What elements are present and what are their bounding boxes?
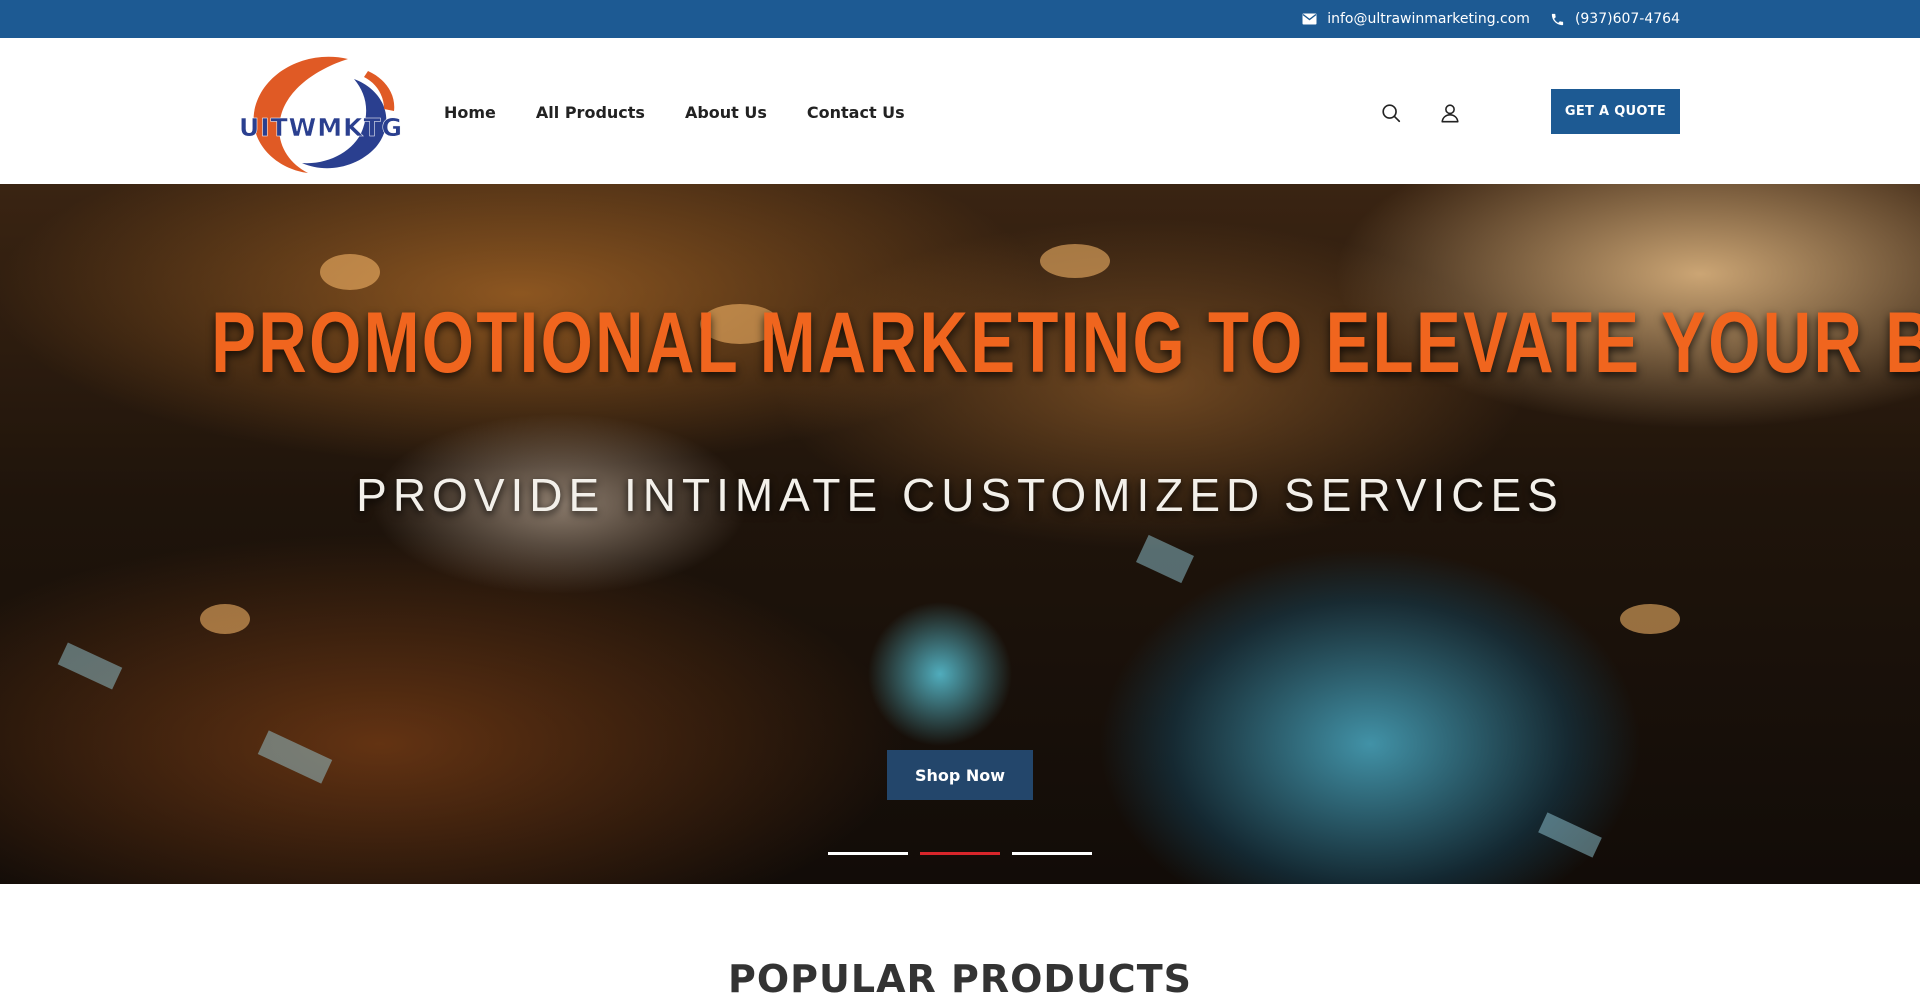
nav-home[interactable]: Home xyxy=(444,103,496,122)
user-icon xyxy=(1441,104,1459,123)
hero-banner: PROMOTIONAL MARKETING TO ELEVATE YOUR BR… xyxy=(0,184,1920,884)
account-button[interactable] xyxy=(1437,100,1463,126)
nav-about-us[interactable]: About Us xyxy=(685,103,767,122)
hero-background-glint xyxy=(200,604,250,634)
logo-wordmark: UITWMKTG xyxy=(239,113,404,143)
hero-background-shard xyxy=(1136,534,1194,584)
hero-background-shard xyxy=(1538,812,1602,858)
shop-now-button[interactable]: Shop Now xyxy=(887,750,1033,800)
email-contact[interactable]: info@ultrawinmarketing.com xyxy=(1302,11,1530,27)
phone-link[interactable]: (937)607-4764 xyxy=(1575,11,1680,27)
slider-dot-2[interactable] xyxy=(920,852,1000,855)
email-link[interactable]: info@ultrawinmarketing.com xyxy=(1327,11,1530,27)
site-header: UITWMKTG Home All Products About Us Cont… xyxy=(0,38,1920,184)
slider-pagination xyxy=(828,852,1104,855)
phone-contact[interactable]: (937)607-4764 xyxy=(1550,11,1680,27)
search-button[interactable] xyxy=(1378,100,1404,126)
nav-all-products[interactable]: All Products xyxy=(536,103,645,122)
hero-subtitle: PROVIDE INTIMATE CUSTOMIZED SERVICES xyxy=(356,469,1564,521)
slider-dot-3[interactable] xyxy=(1012,852,1092,855)
phone-icon xyxy=(1550,12,1575,27)
site-logo[interactable]: UITWMKTG xyxy=(236,51,404,175)
contact-info: info@ultrawinmarketing.com (937)607-4764 xyxy=(1282,0,1680,38)
popular-products-heading: POPULAR PRODUCTS xyxy=(728,957,1192,1001)
hero-title: PROMOTIONAL MARKETING TO ELEVATE YOUR BR… xyxy=(211,295,1920,391)
search-icon xyxy=(1382,104,1401,123)
nav-contact-us[interactable]: Contact Us xyxy=(807,103,905,122)
hero-background-glint xyxy=(1040,244,1110,278)
hero-background-shard xyxy=(257,730,333,784)
top-contact-bar: info@ultrawinmarketing.com (937)607-4764 xyxy=(0,0,1920,38)
hero-background-glint xyxy=(320,254,380,290)
hero-background-glint xyxy=(1620,604,1680,634)
envelope-icon xyxy=(1302,13,1327,25)
hero-background-shard xyxy=(57,642,123,690)
get-a-quote-button[interactable]: GET A QUOTE xyxy=(1551,89,1680,134)
slider-dot-1[interactable] xyxy=(828,852,908,855)
main-nav: Home All Products About Us Contact Us xyxy=(444,100,945,124)
